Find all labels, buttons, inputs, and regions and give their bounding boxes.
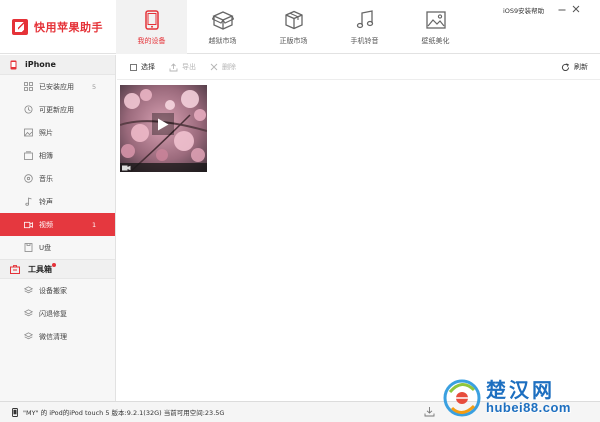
delete-icon [210, 63, 218, 71]
music-icon [24, 174, 33, 183]
sidebar-item-label: U盘 [39, 243, 52, 252]
delete-button[interactable]: 删除 [210, 62, 236, 72]
picture-icon [425, 9, 447, 31]
item-count: 5 [92, 82, 97, 91]
grid-icon [24, 82, 33, 91]
refresh-button[interactable]: 刷新 [561, 62, 588, 72]
video-icon [24, 220, 33, 229]
toolbox-icon [10, 264, 20, 274]
music-note-icon [354, 9, 376, 31]
sidebar-item-label: 闪退修复 [39, 309, 67, 318]
sidebar-item-label: 照片 [39, 128, 53, 137]
app-title: 快用苹果助手 [34, 21, 103, 34]
sidebar-item-crash-repair[interactable]: 闪退修复 [0, 302, 115, 325]
export-icon [169, 62, 178, 71]
box-open-icon [211, 9, 234, 31]
camera-icon [122, 165, 131, 170]
content-toolbar: 选择 导出 删除 刷新 [117, 55, 600, 80]
tab-label: 我的设备 [137, 36, 166, 45]
sidebar-item-label: 音乐 [39, 174, 53, 183]
usb-icon [24, 243, 33, 252]
minimize-icon [558, 9, 566, 11]
phone-icon [141, 9, 163, 31]
device-name: iPhone [25, 60, 56, 69]
select-checkbox[interactable] [130, 63, 137, 71]
refresh-label: 刷新 [574, 63, 588, 71]
export-label: 导出 [182, 63, 196, 71]
photo-icon [24, 128, 33, 137]
tab-label: 越狱市场 [208, 36, 237, 45]
watermark-brand: 楚汉网 [486, 378, 555, 402]
close-icon [572, 5, 580, 13]
layers-icon [24, 309, 33, 318]
select-label: 选择 [141, 63, 155, 71]
tab-label: 壁纸美化 [421, 36, 450, 45]
tab-label: 手机铃音 [350, 36, 379, 45]
ringtone-icon [24, 197, 33, 206]
sidebar-item-videos[interactable]: 视频 1 [0, 213, 115, 236]
notification-dot [52, 263, 56, 267]
tab-my-device[interactable]: 我的设备 [116, 0, 187, 54]
toolbox-section-header[interactable]: 工具箱 [0, 259, 115, 279]
play-button[interactable] [152, 113, 174, 135]
sidebar-item-wechat-cleanup[interactable]: 微信清理 [0, 325, 115, 348]
minimize-button[interactable] [556, 3, 568, 15]
sidebar-item-label: 微信清理 [39, 332, 67, 341]
sidebar-item-updatable-apps[interactable]: 可更新应用 [0, 98, 115, 121]
tab-official-market[interactable]: 正版市场 [258, 0, 329, 54]
album-icon [24, 151, 33, 160]
device-phone-icon [12, 407, 18, 417]
ios9-help-link[interactable]: iOS9安装帮助 [503, 5, 544, 15]
app-logo: 快用苹果助手 [0, 0, 116, 54]
tab-jailbreak-market[interactable]: 越狱市场 [187, 0, 258, 54]
status-bar: "MY" 的 iPod的iPod touch 5 版本:9.2.1(32G) 当… [0, 401, 600, 422]
sidebar-item-ringtones[interactable]: 铃声 [0, 190, 115, 213]
sidebar-item-label: 铃声 [39, 197, 53, 206]
download-icon[interactable] [424, 406, 435, 417]
sidebar-item-photos[interactable]: 照片 [0, 121, 115, 144]
sidebar: iPhone 已安装应用 5 可更新应用 照片 相簿 音乐 铃声 视频 1 U盘 [0, 55, 116, 401]
main-nav: 我的设备 越狱市场 正版市场 手机铃音 壁纸美化 [116, 0, 471, 54]
delete-label: 删除 [222, 63, 236, 71]
video-thumbnail[interactable] [120, 85, 207, 172]
device-info-text: "MY" 的 iPod的iPod touch 5 版本:9.2.1(32G) 当… [23, 409, 225, 417]
status-actions [424, 406, 435, 417]
sidebar-item-music[interactable]: 音乐 [0, 167, 115, 190]
sidebar-item-label: 设备搬家 [39, 286, 67, 295]
tab-wallpapers[interactable]: 壁纸美化 [400, 0, 471, 54]
toolbox-title: 工具箱 [28, 264, 52, 274]
sidebar-item-label: 可更新应用 [39, 105, 74, 114]
sidebar-item-device-migration[interactable]: 设备搬家 [0, 279, 115, 302]
device-section-header[interactable]: iPhone [0, 55, 115, 75]
layers-icon [24, 286, 33, 295]
sidebar-item-installed-apps[interactable]: 已安装应用 5 [0, 75, 115, 98]
refresh-icon [24, 105, 33, 114]
play-icon [158, 118, 169, 130]
header: 快用苹果助手 我的设备 越狱市场 正版市场 手机铃音 壁纸美化 iOS9安装帮助 [0, 0, 600, 54]
layers-icon [24, 332, 33, 341]
sidebar-item-label: 视频 [39, 220, 53, 229]
close-button[interactable] [570, 3, 582, 15]
video-info-bar [120, 163, 207, 172]
tab-ringtones[interactable]: 手机铃音 [329, 0, 400, 54]
select-button[interactable]: 选择 [130, 62, 155, 72]
tab-label: 正版市场 [279, 36, 308, 45]
sidebar-item-label: 已安装应用 [39, 82, 74, 91]
sidebar-item-usb-drive[interactable]: U盘 [0, 236, 115, 259]
export-button[interactable]: 导出 [169, 62, 196, 72]
refresh-icon [561, 62, 570, 71]
package-icon [283, 9, 305, 31]
sidebar-item-label: 相簿 [39, 151, 53, 160]
logo-k-icon [12, 19, 28, 35]
item-count: 1 [92, 220, 97, 229]
iphone-icon [10, 60, 17, 69]
sidebar-item-albums[interactable]: 相簿 [0, 144, 115, 167]
